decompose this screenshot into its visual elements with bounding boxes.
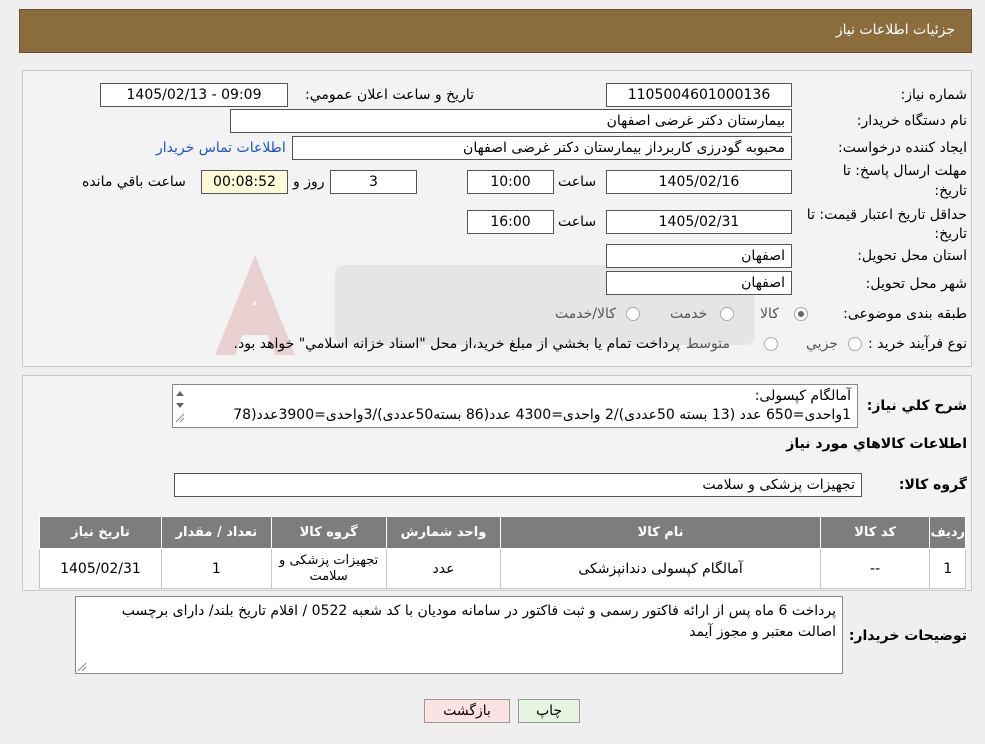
category-radio-goods-service[interactable] — [626, 307, 640, 321]
purchase-note: پرداخت تمام يا بخشي از مبلغ خريد،از محل … — [233, 336, 680, 352]
announce-datetime-label: تاريخ و ساعت اعلان عمومي: — [305, 87, 474, 103]
page-header: جزئیات اطلاعات نیاز — [19, 9, 972, 53]
need-description-textarea[interactable]: آمالگام کپسولی: 1واحدی=650 عدد (13 بسته … — [172, 384, 858, 428]
remaining-time-label: ساعت باقي مانده — [82, 174, 186, 190]
cell-quantity: 1 — [160, 548, 272, 589]
category-label: طبقه بندی موضوعی: — [843, 306, 967, 322]
purchase-option-partial: جزیي — [806, 336, 838, 352]
province-label: استان محل تحويل: — [857, 248, 967, 264]
col-name: نام کالا — [500, 516, 821, 549]
resize-handle-icon[interactable] — [77, 662, 87, 672]
page-title: جزئیات اطلاعات نیاز — [835, 22, 955, 38]
buyer-contact-link[interactable]: اطلاعات تماس خريدار — [156, 140, 286, 156]
goods-group-field: تجهیزات پزشکی و سلامت — [174, 473, 862, 497]
purchase-option-medium: متوسط — [686, 336, 730, 352]
col-group: گروه کالا — [270, 516, 387, 549]
textarea-scroll-arrows-icon[interactable] — [172, 386, 188, 426]
validity-label: حداقل تاريخ اعتبار قيمت: تا — [806, 207, 967, 223]
col-quantity: تعداد / مقدار — [160, 516, 272, 549]
buyer-notes-textarea[interactable]: پرداخت 6 ماه پس از ارائه فاکتور رسمی و ث… — [75, 596, 843, 674]
validity-time-field: 16:00 — [467, 210, 554, 234]
need-description-line-2: 1واحدی=650 عدد (13 بسته 50عددی)/2 واحدی=… — [233, 407, 851, 423]
category-radio-goods[interactable] — [794, 307, 808, 321]
cell-need-date: 1405/02/31 — [39, 548, 162, 589]
category-radio-service[interactable] — [720, 307, 734, 321]
col-need-date: تاريخ نياز — [39, 516, 162, 549]
cell-group: تجهیزات پزشکی و سلامت — [270, 548, 387, 589]
buyer-org-label: نام دستگاه خريدار: — [856, 113, 967, 129]
requester-label: ايجاد کننده درخواست: — [838, 140, 967, 156]
col-code: کد کالا — [819, 516, 931, 549]
cell-unit: عدد — [385, 548, 502, 589]
purchase-radio-partial[interactable] — [848, 337, 862, 351]
need-number-field: 1105004601000136 — [606, 83, 792, 107]
table-row: 1 -- آمالگام کپسولی دندانپزشکی عدد تجهیز… — [39, 548, 966, 589]
validity-label-2: تاريخ: — [934, 226, 967, 242]
goods-table: رديف کد کالا نام کالا واحد شمارش گروه کا… — [39, 516, 966, 589]
requester-field: محبوبه گودرزی کاربرداز بیمارستان دکتر غر… — [292, 136, 792, 160]
deadline-time-field: 10:00 — [467, 170, 554, 194]
back-button[interactable]: بازگشت — [424, 699, 510, 723]
purchase-type-label: نوع فرآيند خريد : — [868, 336, 967, 352]
days-label: روز و — [293, 174, 325, 190]
category-option-goods: کالا — [760, 306, 779, 322]
need-description-label: شرح کلي نياز: — [866, 398, 967, 414]
deadline-days-field: 3 — [330, 170, 417, 194]
print-button[interactable]: چاپ — [518, 699, 580, 723]
goods-group-label: گروه کالا: — [898, 477, 967, 493]
remaining-time-field: 00:08:52 — [201, 170, 288, 194]
validity-date-field: 1405/02/31 — [606, 210, 792, 234]
deadline-label-2: تاريخ: — [934, 183, 967, 199]
buyer-org-field: بیمارستان دکتر غرضی اصفهان — [230, 109, 792, 133]
buyer-notes-text: پرداخت 6 ماه پس از ارائه فاکتور رسمی و ث… — [121, 603, 836, 640]
announce-datetime-field: 1405/02/13 - 09:09 — [100, 83, 288, 107]
goods-info-heading: اطلاعات کالاهاي مورد نياز — [786, 436, 967, 452]
deadline-label: مهلت ارسال پاسخ: تا — [842, 163, 967, 179]
city-label: شهر محل تحويل: — [865, 276, 967, 292]
col-row: رديف — [929, 516, 966, 549]
goods-table-header: رديف کد کالا نام کالا واحد شمارش گروه کا… — [39, 516, 966, 549]
col-unit: واحد شمارش — [385, 516, 502, 549]
purchase-radio-medium[interactable] — [764, 337, 778, 351]
category-option-service: خدمت — [670, 306, 708, 322]
buyer-notes-label: توضيحات خريدار: — [848, 628, 967, 644]
city-field: اصفهان — [606, 271, 792, 295]
cell-row: 1 — [929, 548, 966, 589]
cell-code: -- — [819, 548, 931, 589]
validity-time-label: ساعت — [558, 214, 597, 230]
need-description-line-1: آمالگام کپسولی: — [754, 388, 851, 404]
category-option-goods-service: کالا/خدمت — [555, 306, 616, 322]
need-number-label: شماره نیاز: — [900, 87, 968, 103]
deadline-time-label: ساعت — [558, 174, 597, 190]
province-field: اصفهان — [606, 244, 792, 268]
deadline-date-field: 1405/02/16 — [606, 170, 792, 194]
cell-name: آمالگام کپسولی دندانپزشکی — [500, 548, 821, 589]
